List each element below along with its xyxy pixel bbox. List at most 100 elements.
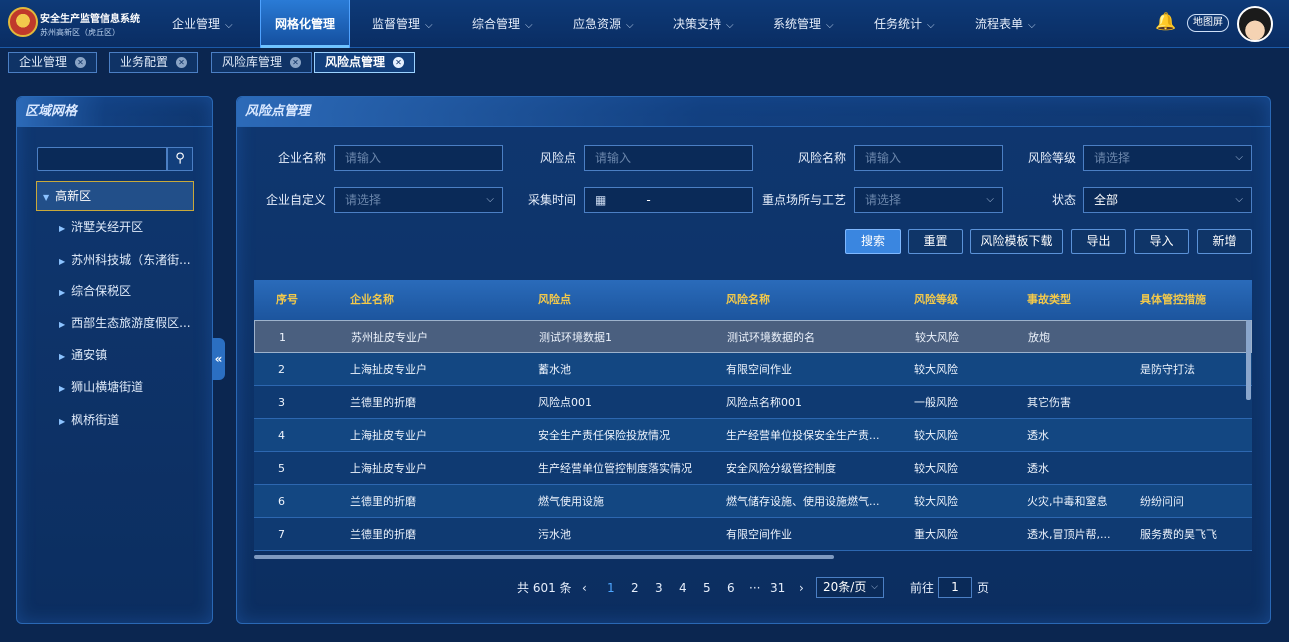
tree-item[interactable]: ▶ 通安镇 <box>59 345 107 365</box>
column-header: 事故类型 <box>1027 293 1071 306</box>
cell-risk-level: 较大风险 <box>914 429 958 442</box>
table-row[interactable]: 3 兰德里的折磨 风险点001 风险点名称001 一般风险 其它伤害 <box>254 386 1252 419</box>
nav-item-system[interactable]: 系统管理 ⌵ <box>773 0 834 48</box>
cell-measures <box>1140 452 1248 485</box>
page-number[interactable]: 5 <box>703 578 711 598</box>
page-number[interactable]: 2 <box>631 578 639 598</box>
page-number[interactable]: 1 <box>607 578 615 598</box>
risk-point-input[interactable]: 请输入 <box>584 145 753 171</box>
caret-right-icon: ▶ <box>59 224 66 233</box>
more-pages-icon[interactable]: ··· <box>749 578 760 598</box>
tree-item[interactable]: ▶ 苏州科技城（东渚街... <box>59 250 191 270</box>
calendar-icon: ▦ <box>595 193 607 207</box>
cell-measures <box>1140 419 1248 452</box>
system-subtitle: 苏州高新区（虎丘区） <box>40 28 120 37</box>
chevron-down-icon: ⌵ <box>425 20 433 31</box>
cell-risk-name: 风险点名称001 <box>726 396 802 409</box>
tree-item[interactable]: ▶ 综合保税区 <box>59 281 131 301</box>
cell-risk-point: 生产经营单位管控制度落实情况 <box>538 462 692 475</box>
map-screen-button[interactable]: 地图屏 <box>1187 14 1229 32</box>
page-number[interactable]: 4 <box>679 578 687 598</box>
nav-item-decision[interactable]: 决策支持 ⌵ <box>673 0 734 48</box>
prev-page-icon[interactable]: ‹ <box>582 578 587 598</box>
next-page-icon[interactable]: › <box>799 578 804 598</box>
search-button[interactable]: 搜索 <box>845 229 901 254</box>
close-icon[interactable]: ✕ <box>75 57 87 68</box>
tree-item-label: 苏州科技城（东渚街... <box>71 253 191 267</box>
cell-risk-level: 重大风险 <box>914 528 958 541</box>
cell-index: 4 <box>278 429 285 442</box>
key-process-select[interactable]: 请选择 ⌵ <box>854 187 1003 213</box>
chevron-down-icon: ⌵ <box>626 20 634 31</box>
close-icon[interactable]: ✕ <box>393 57 405 68</box>
nav-item-comprehensive[interactable]: 综合管理 ⌵ <box>472 0 533 48</box>
cell-accident-type: 放炮 <box>1028 331 1050 344</box>
vertical-scrollbar[interactable] <box>1246 320 1251 400</box>
tab-risk-point[interactable]: 风险点管理 ✕ <box>314 52 416 73</box>
nav-item-supervision[interactable]: 监督管理 ⌵ <box>372 0 433 48</box>
page-size-select[interactable]: 20条/页 ⌵ <box>816 577 884 598</box>
tree-root-node[interactable]: ▼ 高新区 <box>36 181 194 211</box>
nav-label: 企业管理 <box>172 17 221 31</box>
collect-time-range-picker[interactable]: ▦ - <box>584 187 753 213</box>
select-value: 全部 <box>1094 193 1119 207</box>
close-icon[interactable]: ✕ <box>290 57 302 68</box>
table-row[interactable]: 1 苏州扯皮专业户 测试环境数据1 测试环境数据的名 较大风险 放炮 <box>254 320 1252 353</box>
status-select[interactable]: 全部 ⌵ <box>1083 187 1252 213</box>
nav-item-forms[interactable]: 流程表单 ⌵ <box>975 0 1036 48</box>
import-button[interactable]: 导入 <box>1134 229 1189 254</box>
company-name-input[interactable]: 请输入 <box>334 145 503 171</box>
add-button[interactable]: 新增 <box>1197 229 1252 254</box>
export-button[interactable]: 导出 <box>1071 229 1126 254</box>
collapse-sidebar-button[interactable]: « <box>212 338 225 380</box>
avatar[interactable] <box>1237 6 1273 42</box>
close-icon[interactable]: ✕ <box>176 57 188 68</box>
nav-item-grid[interactable]: 网格化管理 <box>260 0 350 48</box>
nav-item-enterprise[interactable]: 企业管理 ⌵ <box>172 0 233 48</box>
nav-label: 综合管理 <box>472 17 521 31</box>
cell-company: 上海扯皮专业户 <box>350 363 427 376</box>
nav-item-emergency[interactable]: 应急资源 ⌵ <box>573 0 634 48</box>
risk-point-label: 风险点 <box>539 151 576 165</box>
risk-name-label: 风险名称 <box>797 151 846 165</box>
tab-enterprise[interactable]: 企业管理 ✕ <box>8 52 98 73</box>
select-placeholder: 请选择 <box>345 193 382 207</box>
table-row[interactable]: 4 上海扯皮专业户 安全生产责任保险投放情况 生产经营单位投保安全生产责... 较大风险… <box>254 419 1252 452</box>
tree-item-label: 狮山横塘街道 <box>71 380 144 394</box>
tree-item[interactable]: ▶ 西部生态旅游度假区... <box>59 313 191 333</box>
cell-accident-type: 透水 <box>1027 429 1049 442</box>
horizontal-scrollbar[interactable] <box>254 555 834 559</box>
region-search-input[interactable] <box>37 147 167 171</box>
page-number[interactable]: 6 <box>727 578 735 598</box>
table-row[interactable]: 7 兰德里的折磨 污水池 有限空间作业 重大风险 透水,冒顶片帮,... 服务费的昊飞飞 <box>254 518 1252 551</box>
reset-button[interactable]: 重置 <box>908 229 963 254</box>
risk-name-input[interactable]: 请输入 <box>854 145 1003 171</box>
table-row[interactable]: 2 上海扯皮专业户 蓄水池 有限空间作业 较大风险 是防守打法 <box>254 353 1252 386</box>
tree-item[interactable]: ▶ 浒墅关经开区 <box>59 217 143 237</box>
tab-label: 风险库管理 <box>222 55 283 69</box>
tree-item-label: 综合保税区 <box>71 284 132 298</box>
table-row[interactable]: 6 兰德里的折磨 燃气使用设施 燃气储存设施、使用设施燃气... 较大风险 火灾,中毒和窒… <box>254 485 1252 518</box>
caret-right-icon: ▶ <box>59 384 66 393</box>
template-download-button[interactable]: 风险模板下载 <box>970 229 1063 254</box>
cell-company: 兰德里的折磨 <box>350 495 416 508</box>
custom-select[interactable]: 请选择 ⌵ <box>334 187 503 213</box>
page-number[interactable]: 3 <box>655 578 663 598</box>
goto-page-input[interactable]: 1 <box>938 577 972 598</box>
nav-item-tasks[interactable]: 任务统计 ⌵ <box>874 0 935 48</box>
custom-label: 企业自定义 <box>265 193 326 207</box>
page-number[interactable]: 31 <box>770 578 785 598</box>
risk-level-select[interactable]: 请选择 ⌵ <box>1083 145 1252 171</box>
bell-icon[interactable]: 🔔 <box>1155 12 1176 32</box>
search-icon[interactable]: ⚲ <box>167 147 193 171</box>
tab-business-config[interactable]: 业务配置 ✕ <box>109 52 199 73</box>
cell-company: 苏州扯皮专业户 <box>351 331 428 344</box>
chevron-down-icon: ⌵ <box>525 20 533 31</box>
table-row[interactable]: 5 上海扯皮专业户 生产经营单位管控制度落实情况 安全风险分级管控制度 较大风险 透水 <box>254 452 1252 485</box>
tree-item[interactable]: ▶ 狮山横塘街道 <box>59 377 143 397</box>
tab-risk-library[interactable]: 风险库管理 ✕ <box>211 52 313 73</box>
chevron-down-icon: ⌵ <box>826 20 834 31</box>
tab-label: 风险点管理 <box>325 55 386 69</box>
tree-item[interactable]: ▶ 枫桥街道 <box>59 410 119 430</box>
nav-label: 决策支持 <box>673 17 722 31</box>
